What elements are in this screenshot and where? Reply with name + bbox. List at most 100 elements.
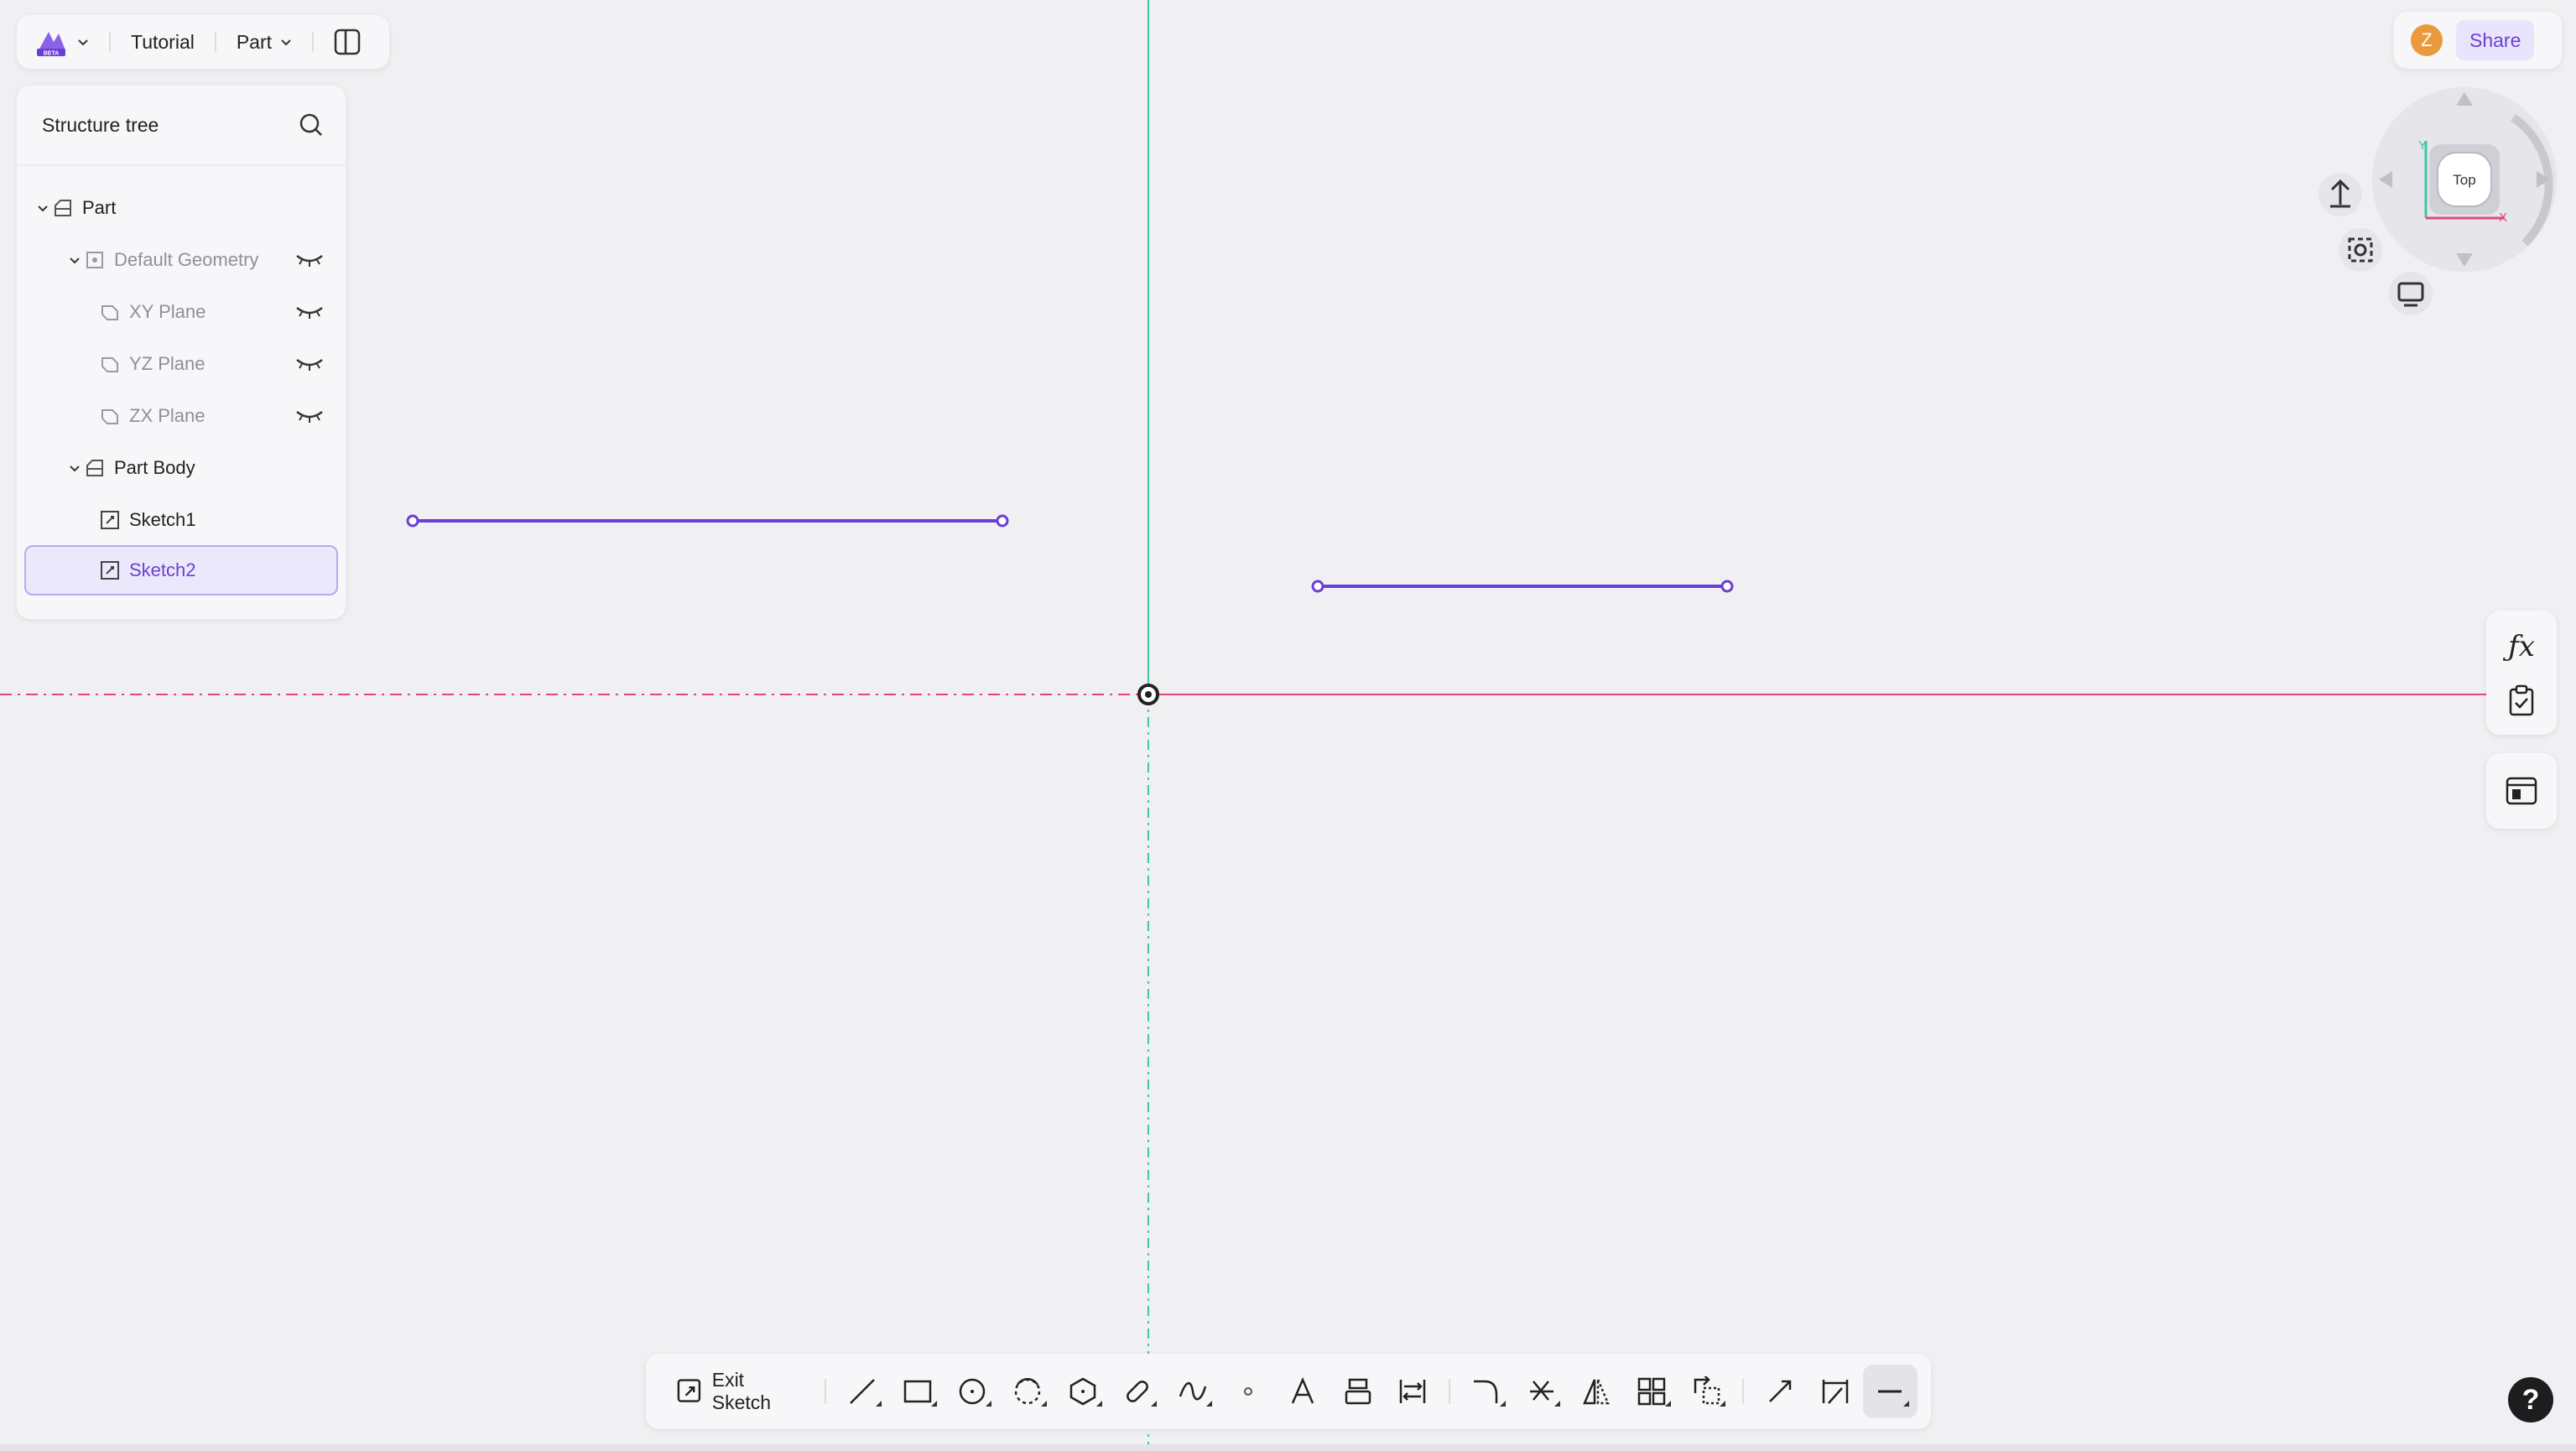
structure-tree-header: Structure tree xyxy=(17,86,346,166)
pattern-tool[interactable] xyxy=(1624,1365,1679,1418)
chevron-down-icon[interactable] xyxy=(65,462,84,474)
pattern-icon xyxy=(1637,1377,1666,1406)
search-icon[interactable] xyxy=(299,112,324,138)
axis-x-label: X xyxy=(2499,211,2507,225)
hidden-eye-icon[interactable] xyxy=(295,303,324,321)
top-bar: BETA Tutorial Part xyxy=(17,15,389,69)
fillet-icon xyxy=(1474,1380,1498,1403)
project-icon xyxy=(1345,1378,1371,1405)
convert-tool[interactable] xyxy=(1386,1365,1441,1418)
text-icon xyxy=(1292,1376,1314,1404)
divider xyxy=(1449,1379,1451,1404)
divider xyxy=(825,1379,827,1404)
rectangle-tool[interactable] xyxy=(890,1365,945,1418)
project-tool[interactable] xyxy=(1330,1365,1386,1418)
exit-sketch-icon xyxy=(677,1379,701,1402)
zoom-fit-icon[interactable] xyxy=(2339,228,2382,272)
spline-tool[interactable] xyxy=(1165,1365,1220,1418)
help-button[interactable]: ? xyxy=(2508,1377,2553,1422)
tree-item-sketch2[interactable]: Sketch2 xyxy=(24,545,338,595)
convert-icon xyxy=(1400,1380,1426,1403)
layout-panel-icon[interactable] xyxy=(2506,777,2537,805)
slot-tool[interactable] xyxy=(1111,1365,1166,1418)
tree-item-part-body[interactable]: Part Body xyxy=(17,443,346,493)
tree-item-default-geometry[interactable]: Default Geometry xyxy=(17,235,346,285)
circle-tool[interactable] xyxy=(945,1365,1001,1418)
text-tool[interactable] xyxy=(1275,1365,1330,1418)
display-mode-icon[interactable] xyxy=(2389,272,2433,315)
transform-tool[interactable] xyxy=(1679,1365,1735,1418)
tree-item-label: YZ Plane xyxy=(129,353,206,374)
arc-tool[interactable] xyxy=(1000,1365,1055,1418)
beta-badge: BETA xyxy=(44,51,60,57)
structure-tree-title: Structure tree xyxy=(42,113,159,136)
axis-y-label: Y xyxy=(2418,138,2427,153)
help-label: ? xyxy=(2521,1383,2540,1416)
trim-icon xyxy=(1529,1381,1553,1401)
trim-tool[interactable] xyxy=(1514,1365,1569,1418)
orient-up-icon[interactable] xyxy=(2318,173,2362,216)
divider xyxy=(214,32,216,52)
share-button-label: Share xyxy=(2469,29,2521,51)
tree-item-label: XY Plane xyxy=(129,301,206,322)
sketch-canvas[interactable]: Top Y X xyxy=(0,0,2576,1451)
line-tool[interactable] xyxy=(835,1365,890,1418)
project-name[interactable]: Tutorial xyxy=(131,31,195,54)
mirror-icon xyxy=(1583,1379,1611,1405)
chevron-down-icon xyxy=(78,39,88,46)
function-icon[interactable]: ƒx xyxy=(2508,630,2535,663)
tree-item-yz-plane[interactable]: YZ Plane xyxy=(17,339,346,389)
mode-dropdown[interactable]: Part xyxy=(237,31,292,54)
app-menu[interactable]: BETA xyxy=(34,25,89,59)
view-cube-face-label[interactable]: Top xyxy=(2453,172,2475,188)
tree-item-sketch1[interactable]: Sketch1 xyxy=(17,495,346,545)
rectangle-icon xyxy=(903,1380,932,1403)
project-name-label: Tutorial xyxy=(131,30,195,53)
tree-item-label: Sketch2 xyxy=(129,559,196,580)
line-icon xyxy=(850,1379,876,1404)
polygon-tool[interactable] xyxy=(1055,1365,1111,1418)
transform-icon xyxy=(1694,1376,1720,1405)
hidden-eye-icon[interactable] xyxy=(295,355,324,373)
dimension-tool[interactable] xyxy=(1808,1365,1863,1418)
origin-point[interactable] xyxy=(1137,684,1159,705)
tree-item-part[interactable]: Part xyxy=(17,183,346,233)
clipboard-check-icon[interactable] xyxy=(2507,684,2536,716)
plane-icon xyxy=(99,353,121,375)
tree-item-xy-plane[interactable]: XY Plane xyxy=(17,287,346,337)
exit-sketch-button[interactable]: Exit Sketch xyxy=(664,1365,816,1418)
mirror-tool[interactable] xyxy=(1569,1365,1624,1418)
fillet-tool[interactable] xyxy=(1459,1365,1514,1418)
divider xyxy=(109,32,111,52)
sketch-icon xyxy=(99,509,121,531)
sketch-line-2[interactable] xyxy=(1311,580,1734,593)
tree-item-zx-plane[interactable]: ZX Plane xyxy=(17,391,346,441)
dimension-icon xyxy=(1822,1380,1848,1404)
tree-item-label: ZX Plane xyxy=(129,405,206,426)
point-tool[interactable] xyxy=(1220,1365,1276,1418)
chevron-down-icon[interactable] xyxy=(65,254,84,266)
avatar-letter: Z xyxy=(2421,29,2433,50)
hidden-eye-icon[interactable] xyxy=(295,251,324,269)
hidden-eye-icon[interactable] xyxy=(295,407,324,425)
panel-layout-icon xyxy=(334,29,361,55)
divider xyxy=(1742,1379,1745,1404)
point-icon xyxy=(1243,1387,1252,1396)
construction-tool[interactable] xyxy=(1752,1365,1808,1418)
part-icon xyxy=(52,197,74,219)
constraint-tool[interactable] xyxy=(1862,1365,1918,1418)
collab-bar: Z Share xyxy=(2394,12,2562,69)
share-button[interactable]: Share xyxy=(2456,20,2535,60)
plane-icon xyxy=(99,405,121,427)
chevron-down-icon xyxy=(281,39,291,46)
right-panel-toggle xyxy=(2486,753,2557,829)
sketch-toolbar: Exit Sketch xyxy=(646,1354,1931,1429)
app-logo-icon: BETA xyxy=(37,32,65,57)
toggle-panel-button[interactable] xyxy=(334,29,361,55)
avatar[interactable]: Z xyxy=(2411,24,2443,56)
right-tools-panel: ƒx xyxy=(2486,611,2557,735)
arc-icon xyxy=(1014,1377,1041,1405)
sketch-line-1[interactable] xyxy=(406,514,1009,528)
chevron-down-icon[interactable] xyxy=(34,202,52,214)
plane-icon xyxy=(99,301,121,323)
